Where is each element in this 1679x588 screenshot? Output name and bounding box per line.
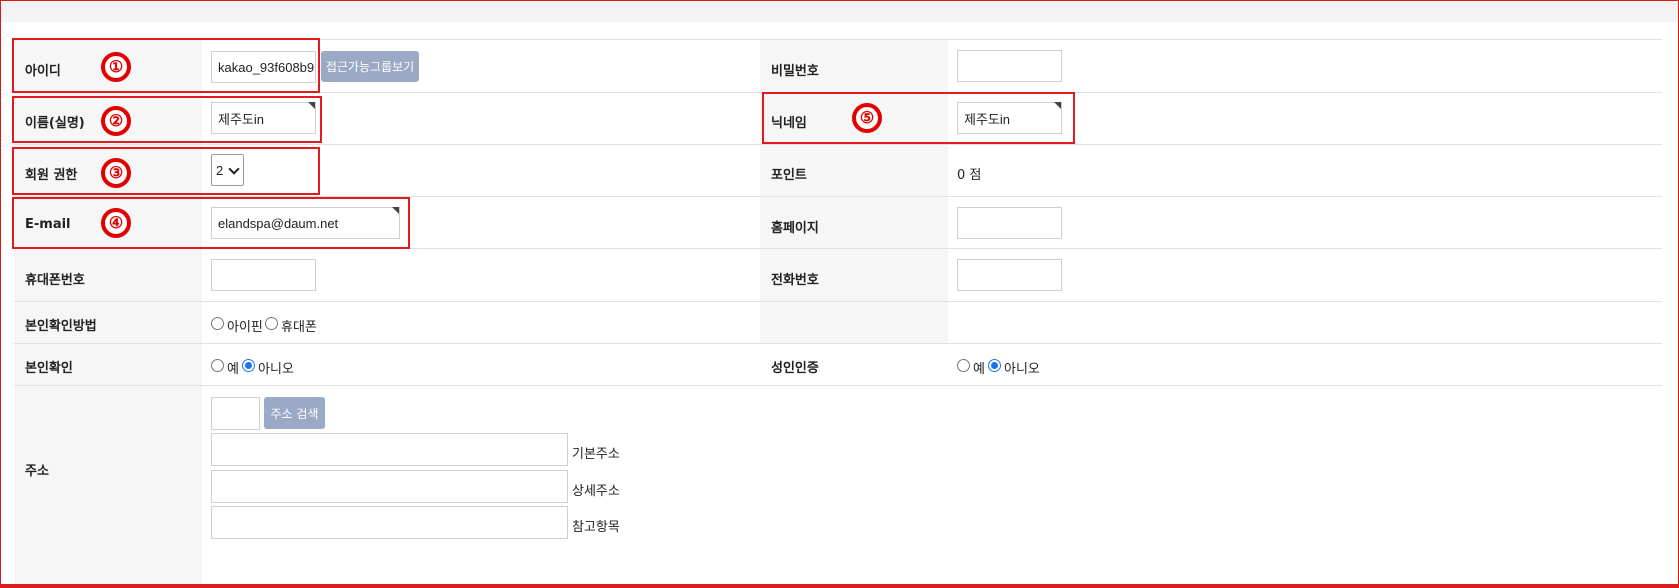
adult-yes-label: 예 xyxy=(973,362,985,377)
highlight-box-email xyxy=(12,197,410,249)
highlight-box-nickname xyxy=(762,92,1075,144)
annotation-badge-3: ③ xyxy=(101,158,131,188)
cert-method-ipin-label: 아이핀 xyxy=(227,320,263,335)
phone-input[interactable] xyxy=(957,259,1062,291)
mobile-input[interactable] xyxy=(211,259,316,291)
cert-method-phone-label: 휴대폰 xyxy=(281,320,317,335)
cert-yes-label: 예 xyxy=(227,362,239,377)
row-divider xyxy=(14,385,1662,386)
highlight-box-name xyxy=(12,96,322,143)
cert-yes-radio[interactable] xyxy=(211,359,224,372)
highlight-box-id xyxy=(12,38,320,93)
label-column-right xyxy=(760,40,948,344)
bottom-border xyxy=(1,584,1678,587)
password-input[interactable] xyxy=(957,50,1062,82)
adult-no-radio[interactable] xyxy=(988,359,1001,372)
highlight-box-level xyxy=(12,147,320,195)
annotation-badge-1: ① xyxy=(101,52,131,82)
cert-method-label: 본인확인방법 xyxy=(25,319,97,334)
address-extra-label: 참고항목 xyxy=(572,520,620,535)
cert-label: 본인확인 xyxy=(25,361,73,376)
row-divider xyxy=(14,343,1662,344)
row-divider xyxy=(14,301,1662,302)
cert-method-phone-radio[interactable] xyxy=(265,317,278,330)
adult-no-label: 아니오 xyxy=(1004,362,1040,377)
homepage-label: 홈페이지 xyxy=(771,221,819,236)
annotation-badge-5: ⑤ xyxy=(852,103,882,133)
top-strip xyxy=(1,1,1678,22)
row-divider xyxy=(14,144,1662,145)
cert-no-label: 아니오 xyxy=(258,362,294,377)
adult-yes-radio[interactable] xyxy=(957,359,970,372)
address-extra-input[interactable] xyxy=(211,506,568,539)
point-value: 0 점 xyxy=(957,168,982,183)
zip-input[interactable] xyxy=(211,397,260,430)
point-label: 포인트 xyxy=(771,168,807,183)
annotation-badge-4: ④ xyxy=(101,208,131,238)
annotation-badge-2: ② xyxy=(101,106,131,136)
mobile-label: 휴대폰번호 xyxy=(25,273,85,288)
address-search-button[interactable]: 주소 검색 xyxy=(264,397,325,429)
address-basic-input[interactable] xyxy=(211,433,568,466)
access-group-button[interactable]: 접근가능그룹보기 xyxy=(321,51,419,82)
homepage-input[interactable] xyxy=(957,207,1062,239)
adult-label: 성인인증 xyxy=(771,361,819,376)
address-basic-label: 기본주소 xyxy=(572,447,620,462)
phone-label: 전화번호 xyxy=(771,273,819,288)
cert-method-ipin-radio[interactable] xyxy=(211,317,224,330)
cert-no-radio[interactable] xyxy=(242,359,255,372)
address-label: 주소 xyxy=(25,464,49,479)
password-label: 비밀번호 xyxy=(771,64,819,79)
address-detail-input[interactable] xyxy=(211,470,568,503)
address-detail-label: 상세주소 xyxy=(572,484,620,499)
